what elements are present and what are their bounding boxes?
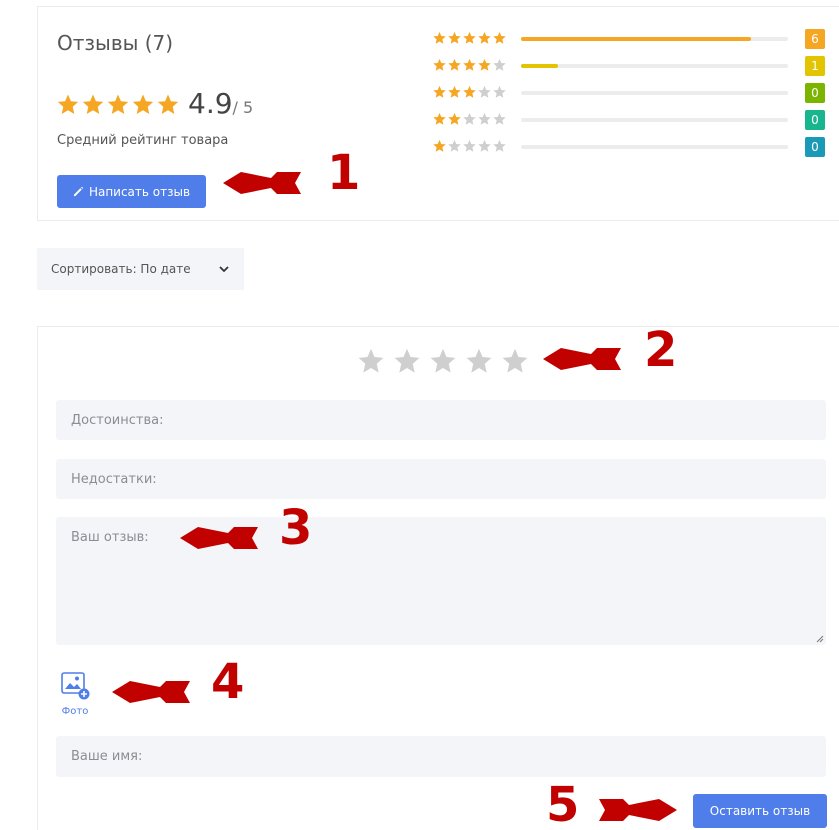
star-filled-icon: [433, 85, 446, 98]
average-value: 4.9: [188, 87, 233, 120]
star-filled-icon: [57, 94, 79, 114]
average-caption: Средний рейтинг товара: [57, 133, 229, 148]
distribution-bar-track: [521, 91, 788, 95]
pencil-icon: [73, 186, 84, 197]
cons-field[interactable]: Недостатки:: [56, 459, 826, 499]
distribution-bar-track: [521, 118, 788, 122]
star-empty-icon[interactable]: [356, 347, 386, 375]
sort-dropdown[interactable]: Сортировать: По дате: [37, 248, 244, 290]
pros-placeholder: Достоинства:: [71, 412, 164, 428]
photo-label: Фото: [61, 706, 89, 717]
row-stars: [432, 85, 507, 99]
star-empty-icon: [448, 139, 461, 152]
resize-grip-icon[interactable]: [815, 634, 824, 643]
add-image-icon: [61, 672, 90, 700]
name-placeholder: Ваше имя:: [71, 749, 143, 764]
add-photo-button[interactable]: Фото: [58, 671, 92, 717]
distribution-row[interactable]: 0: [432, 110, 832, 130]
star-filled-icon: [448, 31, 461, 44]
star-filled-icon: [448, 58, 461, 71]
annotation-arrow-right-icon: [599, 799, 677, 821]
distribution-bar-fill: [521, 37, 751, 41]
star-empty-icon[interactable]: [428, 347, 458, 375]
summary-stars: [56, 93, 180, 116]
review-textarea[interactable]: Ваш отзыв:: [56, 517, 826, 645]
distribution-bar-fill: [521, 64, 559, 68]
star-filled-icon: [448, 85, 461, 98]
distribution-count-badge: 0: [805, 83, 825, 103]
star-empty-icon[interactable]: [500, 347, 530, 375]
distribution-bar-track: [521, 64, 788, 68]
star-filled-icon: [433, 31, 446, 44]
distribution-row[interactable]: 0: [432, 83, 832, 103]
star-filled-icon: [478, 58, 491, 71]
row-stars: [432, 112, 507, 126]
write-review-button[interactable]: Написать отзыв: [57, 175, 206, 208]
star-filled-icon: [132, 94, 154, 114]
star-filled-icon: [433, 139, 446, 152]
star-filled-icon: [463, 31, 476, 44]
reviews-summary-card: Отзывы (7) 4.9/ 5 Средний рейтинг товара…: [37, 6, 839, 221]
star-filled-icon: [478, 31, 491, 44]
star-filled-icon: [107, 94, 129, 114]
star-empty-icon: [493, 139, 506, 152]
average-rating: 4.9/ 5: [188, 87, 253, 120]
star-empty-icon: [463, 112, 476, 125]
write-review-label: Написать отзыв: [88, 184, 191, 199]
annotation-number: 1: [327, 145, 361, 201]
row-stars: [432, 139, 507, 153]
star-empty-icon: [493, 85, 506, 98]
distribution-count-badge: 0: [805, 110, 825, 130]
star-empty-icon: [493, 58, 506, 71]
star-filled-icon: [448, 112, 461, 125]
distribution-count-badge: 6: [805, 29, 825, 49]
distribution-bar-track: [521, 145, 788, 149]
star-empty-icon: [478, 112, 491, 125]
star-empty-icon: [493, 112, 506, 125]
distribution-row[interactable]: 1: [432, 56, 832, 76]
distribution-bar-track: [521, 37, 788, 41]
submit-label: Оставить отзыв: [709, 804, 811, 818]
review-placeholder: Ваш отзыв:: [71, 530, 149, 545]
row-stars: [432, 31, 507, 45]
chevron-down-icon: [219, 266, 229, 273]
star-empty-icon: [478, 85, 491, 98]
rating-input-stars[interactable]: [356, 347, 530, 375]
annotation-number: 3: [279, 500, 313, 556]
star-empty-icon[interactable]: [464, 347, 494, 375]
star-empty-icon: [478, 139, 491, 152]
submit-review-button[interactable]: Оставить отзыв: [693, 794, 827, 828]
row-stars: [432, 58, 507, 72]
star-filled-icon: [493, 31, 506, 44]
distribution-count-badge: 0: [805, 137, 825, 157]
distribution-count-badge: 1: [805, 56, 825, 76]
cons-placeholder: Недостатки:: [71, 471, 157, 487]
sort-label: Сортировать: По дате: [51, 262, 191, 276]
review-form: Достоинства: Недостатки: Ваш отзыв: Фото…: [37, 326, 839, 830]
star-empty-icon[interactable]: [392, 347, 422, 375]
star-filled-icon: [157, 94, 179, 114]
distribution-row[interactable]: 0: [432, 137, 832, 157]
star-filled-icon: [463, 58, 476, 71]
annotation-number: 4: [211, 654, 245, 710]
annotation-arrow-left-icon: [180, 527, 258, 549]
name-field[interactable]: Ваше имя:: [56, 736, 826, 777]
pros-field[interactable]: Достоинства:: [56, 400, 826, 440]
annotation-arrow-left-icon: [223, 172, 301, 194]
annotation-arrow-left-icon: [112, 681, 190, 703]
annotation-arrow-left-icon: [543, 348, 621, 370]
star-filled-icon: [433, 112, 446, 125]
average-max: / 5: [232, 98, 254, 117]
star-empty-icon: [463, 139, 476, 152]
reviews-title: Отзывы (7): [57, 31, 174, 55]
annotation-number: 5: [546, 777, 580, 830]
star-filled-icon: [82, 94, 104, 114]
distribution-row[interactable]: 6: [432, 29, 832, 49]
star-filled-icon: [433, 58, 446, 71]
star-filled-icon: [463, 85, 476, 98]
annotation-number: 2: [644, 322, 678, 378]
